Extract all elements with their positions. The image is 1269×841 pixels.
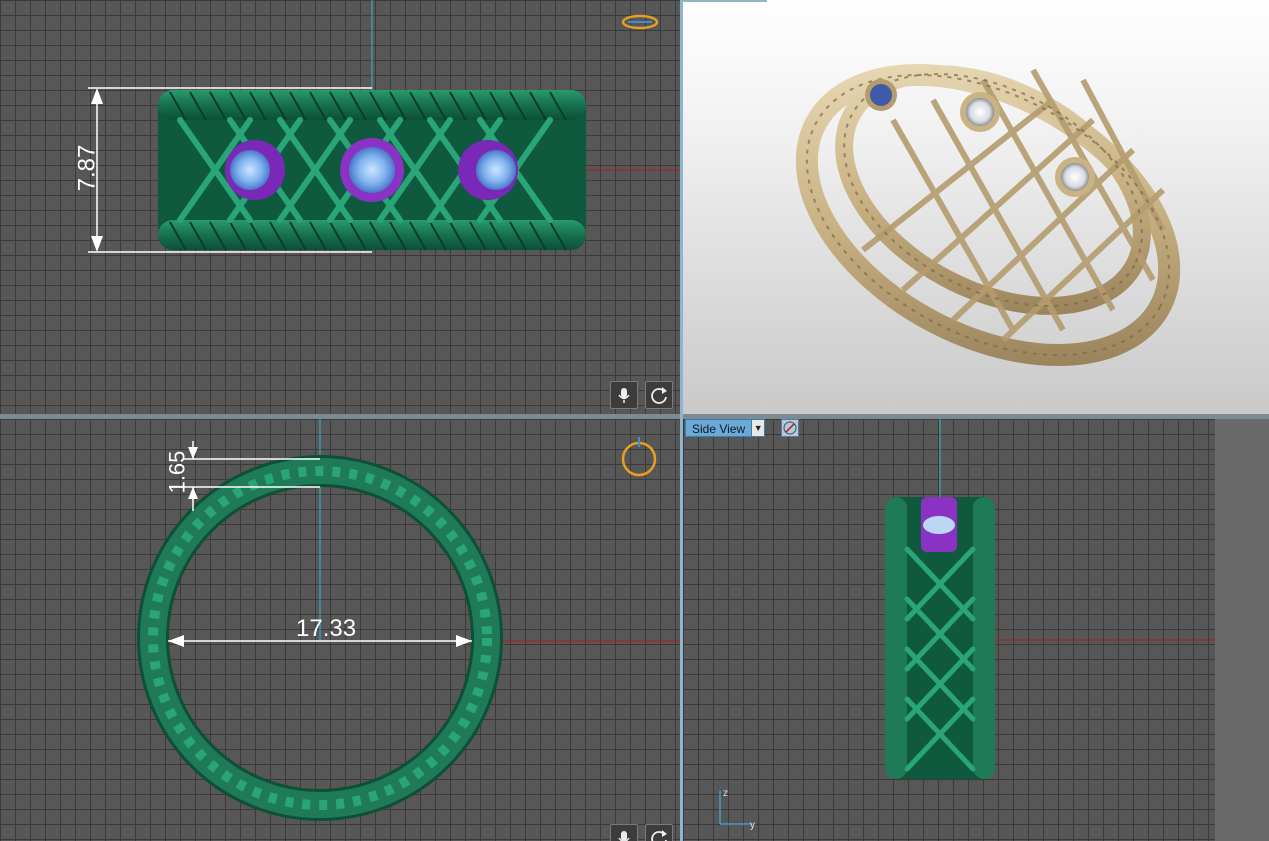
rotate-view-button[interactable]: [645, 381, 673, 409]
front-view-canvas: [88, 0, 680, 253]
pick-tool-button[interactable]: [781, 419, 799, 437]
microphone-button[interactable]: [610, 381, 638, 409]
view-selector-dropdown[interactable]: Side View ▼: [685, 419, 766, 437]
ring-gizmo-icon: [621, 14, 659, 30]
diamond-right: [1055, 157, 1095, 197]
dimension-height-label: 7.87: [73, 144, 101, 192]
viewport-divider-vertical[interactable]: [680, 0, 683, 841]
gem-left: [225, 140, 285, 200]
rotate-icon: [649, 828, 669, 841]
dimension-diameter-label: 17.33: [296, 615, 357, 642]
gem-right: [458, 140, 518, 200]
axis-z-text: z: [723, 788, 728, 799]
chevron-down-icon[interactable]: ▼: [752, 419, 766, 437]
perspective-render: [683, 0, 1181, 367]
side-view-canvas: z y: [719, 419, 1269, 841]
gem-side: [921, 497, 957, 552]
ring-gizmo-top-icon: [621, 437, 657, 477]
viewport-front[interactable]: 7.87: [0, 0, 680, 414]
rotate-view-button-top[interactable]: [645, 824, 673, 841]
rotate-icon: [649, 385, 669, 405]
microphone-icon: [614, 828, 634, 841]
microphone-icon: [614, 385, 634, 405]
viewport-top[interactable]: 1.65 17.33: [0, 419, 680, 841]
gold-ring-render: [795, 63, 1181, 367]
microphone-button-top[interactable]: [610, 824, 638, 841]
diamond-center: [960, 92, 1000, 132]
view-selector-label: Side View: [685, 419, 753, 437]
viewport-divider-horizontal[interactable]: [0, 414, 1269, 419]
axis-y-text: y: [750, 820, 755, 831]
pointer-tool-icon: [783, 421, 797, 435]
diamond-left: [865, 79, 897, 111]
viewport-perspective[interactable]: [683, 0, 1269, 414]
viewport-side[interactable]: z y: [683, 419, 1269, 841]
gem-center: [340, 138, 404, 202]
dimension-wall-label: 1.65: [164, 450, 190, 494]
